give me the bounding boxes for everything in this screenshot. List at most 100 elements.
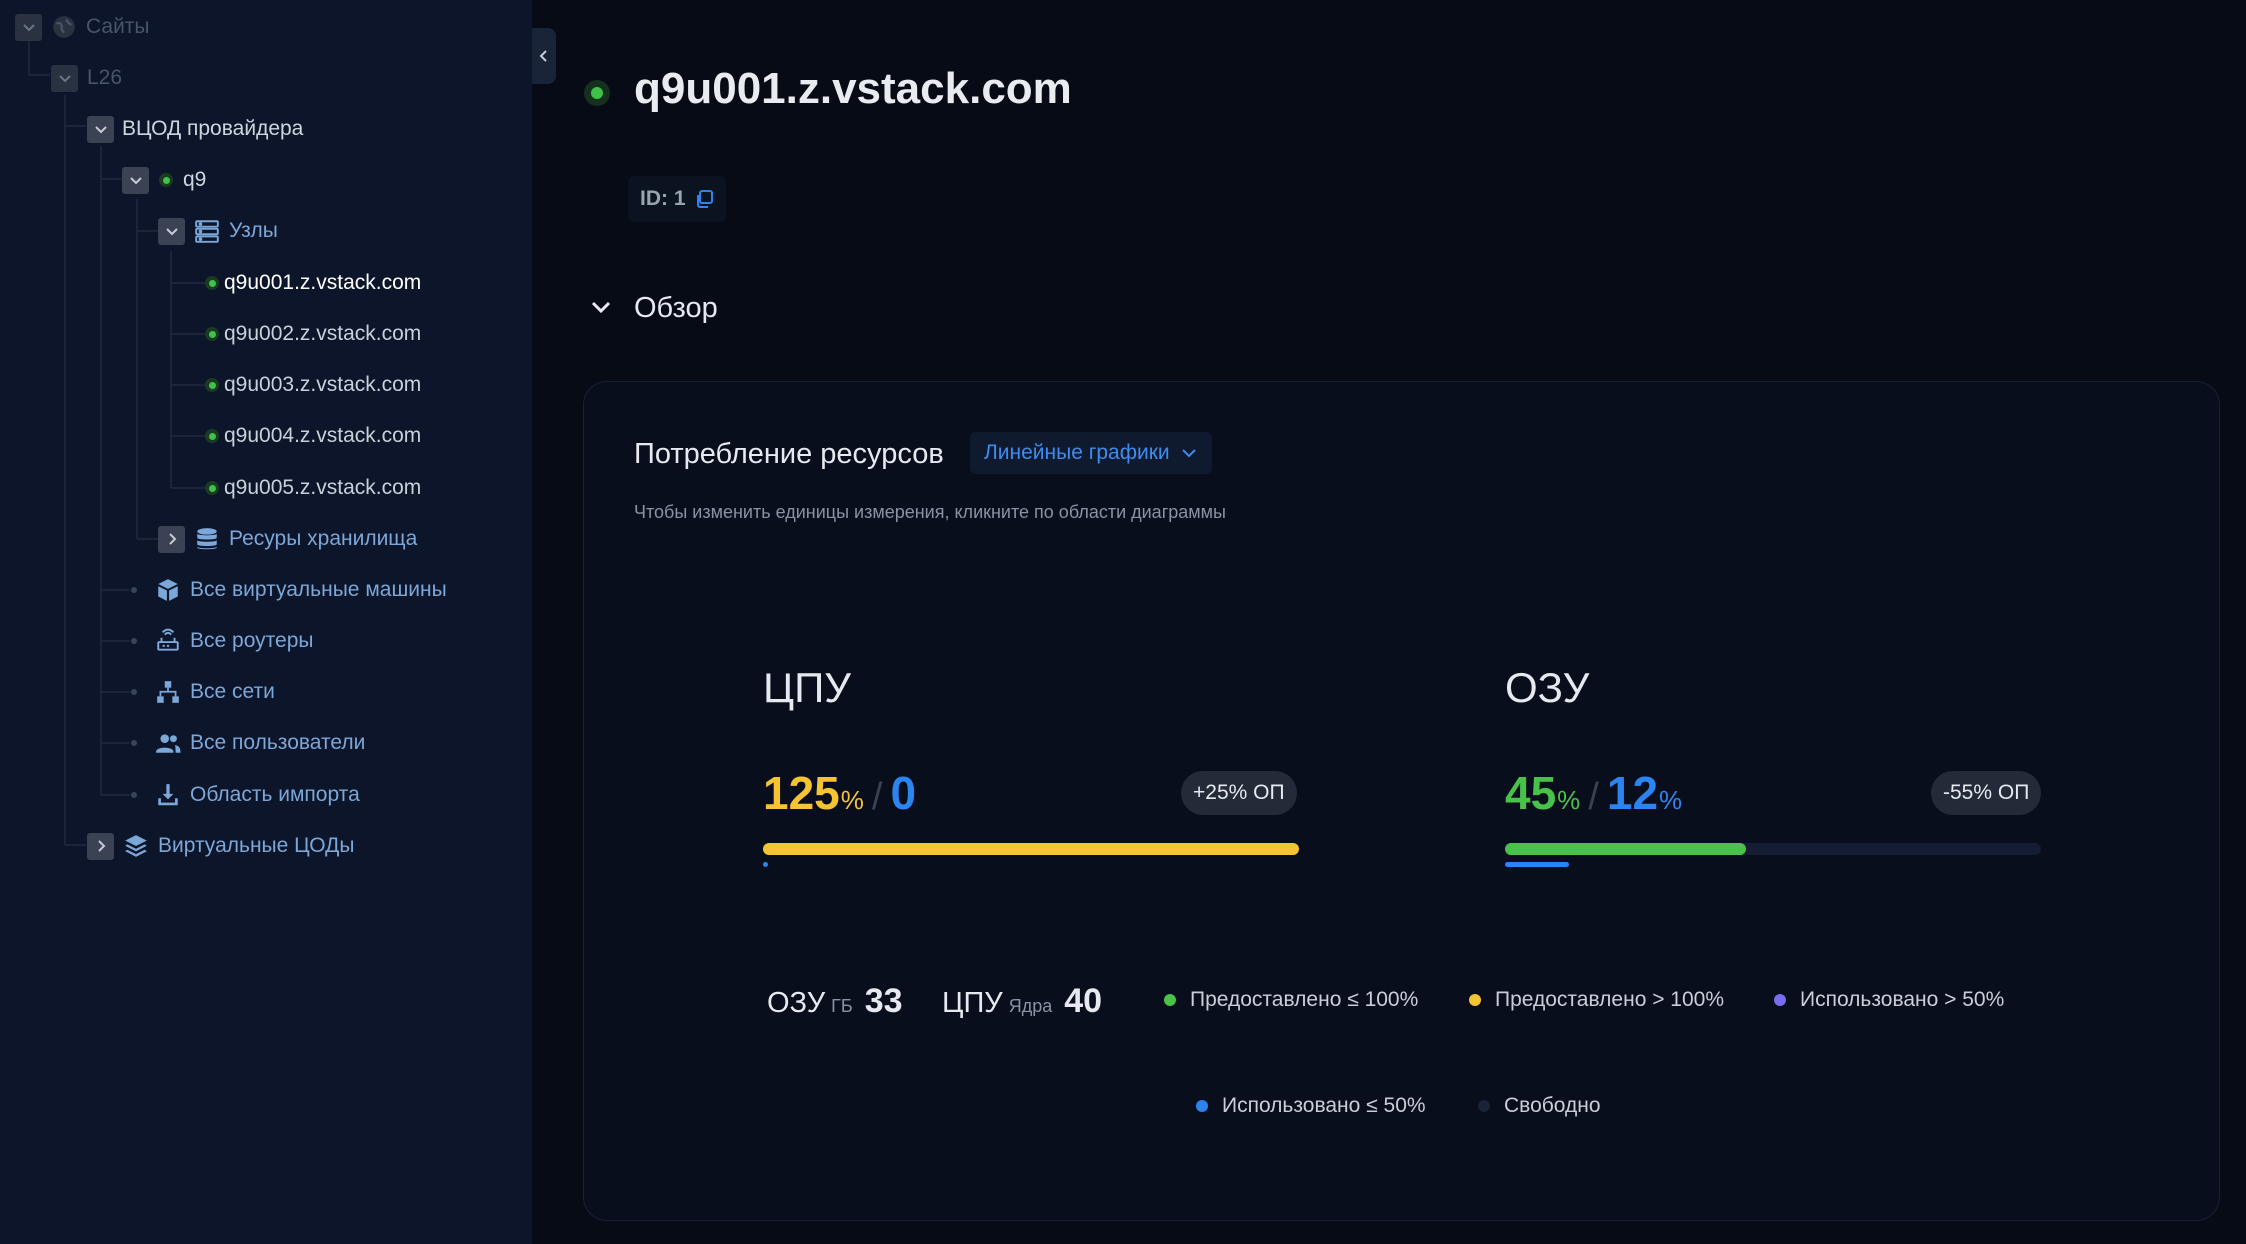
cpu-total-value: 40 (1064, 982, 1103, 1020)
id-label: ID: 1 (640, 187, 686, 210)
tree-item-storage[interactable]: Ресуры хранилища (158, 519, 417, 559)
legend-dot (1469, 994, 1481, 1006)
overview-collapse-button[interactable] (586, 292, 616, 322)
ram-used-bar (1505, 862, 1570, 867)
tree-item-node-3[interactable]: q9u003.z.vstack.com (205, 365, 421, 405)
tree-item-label: q9u005.z.vstack.com (224, 476, 422, 499)
legend-label: Предоставлено > 100% (1495, 988, 1725, 1011)
chevron-down-icon[interactable] (15, 13, 42, 41)
chevron-down-icon[interactable] (158, 217, 185, 245)
ram-used-unit: % (1659, 785, 1683, 815)
tree-item-sites[interactable]: Сайты (15, 7, 150, 47)
legend-dot (1774, 994, 1786, 1006)
cpu-provisioned-unit: % (840, 785, 864, 815)
card-title: Потребление ресурсов (634, 438, 944, 470)
tree-item-label: Ресуры хранилища (229, 527, 418, 550)
legend-label: Предоставлено ≤ 100% (1190, 988, 1419, 1011)
id-badge: ID: 1 (628, 176, 726, 222)
ram-provisioned-bar[interactable] (1505, 843, 2041, 855)
ram-provisioned-fill (1505, 843, 1747, 855)
tree-item-import-area[interactable]: Область импорта (155, 775, 360, 815)
cpu-total: ЦПУ Ядра 40 (942, 982, 1102, 1021)
tree-item-nodes[interactable]: Узлы (158, 211, 278, 251)
legend-item: Свободно (1478, 1094, 1601, 1118)
ram-values: 45 % / 12 % (1505, 766, 1682, 820)
tree-item-label: Область импорта (190, 783, 360, 806)
legend-item: Предоставлено ≤ 100% (1164, 988, 1418, 1012)
section-title: Обзор (634, 292, 718, 324)
ram-total-label: ОЗУ (767, 987, 826, 1019)
app-root: Сайты L26 ВЦОД провайдера q9 Узлы q9u001… (0, 0, 2246, 1244)
legend-item: Использовано ≤ 50% (1196, 1094, 1426, 1118)
tree-item-node-1[interactable]: q9u001.z.vstack.com (205, 263, 421, 303)
tree-item-label: q9u001.z.vstack.com (224, 271, 422, 294)
legend-dot (1196, 1100, 1208, 1112)
tree-item-all-users[interactable]: Все пользователи (155, 723, 365, 763)
resource-usage-card: Потребление ресурсов Линейные графики Чт… (583, 381, 2220, 1221)
database-icon (194, 526, 220, 552)
cpu-provisioned-value: 125 (763, 767, 840, 819)
cpu-total-label: ЦПУ (942, 987, 1003, 1019)
sidebar-collapse-button[interactable] (532, 28, 556, 84)
router-icon (155, 628, 181, 654)
chart-type-dropdown[interactable]: Линейные графики (970, 432, 1212, 474)
legend-dot (1164, 994, 1176, 1006)
ram-provisioned-value: 45 (1505, 767, 1557, 819)
legend-label: Использовано ≤ 50% (1222, 1094, 1426, 1117)
copy-icon[interactable] (694, 189, 714, 209)
chart-type-label: Линейные графики (984, 441, 1170, 464)
chevron-down-icon (1181, 449, 1196, 458)
status-online-icon (205, 378, 219, 392)
cpu-used-value: 0 (890, 767, 917, 819)
tree-item-all-vms[interactable]: Все виртуальные машины (155, 570, 447, 610)
tree-item-all-routers[interactable]: Все роутеры (155, 621, 313, 661)
tree-item-virtual-dcs[interactable]: Виртуальные ЦОДы (87, 826, 354, 866)
tree-item-l26[interactable]: L26 (51, 58, 122, 98)
ram-used-value: 12 (1606, 767, 1659, 819)
chevron-right-icon[interactable] (87, 832, 114, 860)
tree-item-label: Сайты (86, 15, 150, 38)
chevron-down-icon (591, 301, 611, 314)
tree-item-label: q9u003.z.vstack.com (224, 373, 422, 396)
chevron-down-icon[interactable] (51, 64, 78, 92)
server-icon (194, 218, 220, 244)
value-separator: / (871, 776, 883, 818)
host-status-icon (584, 80, 610, 106)
users-icon (155, 730, 181, 756)
chevron-down-icon[interactable] (122, 166, 149, 194)
cpu-title: ЦПУ (763, 664, 851, 711)
cube-icon (155, 577, 181, 603)
tree-item-cluster[interactable]: q9 (122, 160, 206, 200)
tree-item-all-networks[interactable]: Все сети (155, 672, 275, 712)
tree-item-node-4[interactable]: q9u004.z.vstack.com (205, 416, 421, 456)
tree-item-node-5[interactable]: q9u005.z.vstack.com (205, 468, 421, 508)
legend-item: Предоставлено > 100% (1469, 988, 1724, 1012)
globe-icon (51, 14, 77, 40)
cpu-provisioned-fill (763, 843, 1299, 855)
tree-item-node-2[interactable]: q9u002.z.vstack.com (205, 314, 421, 354)
sidebar-tree: Сайты L26 ВЦОД провайдера q9 Узлы q9u001… (0, 0, 532, 1244)
cpu-overcommit-badge: +25% ОП (1181, 771, 1297, 815)
tree-item-label: q9u002.z.vstack.com (224, 322, 422, 345)
legend-dot (1478, 1100, 1490, 1112)
download-icon (155, 782, 181, 808)
tree-item-label: Виртуальные ЦОДы (158, 834, 355, 857)
card-hint: Чтобы изменить единицы измерения, кликни… (634, 502, 1226, 522)
tree-item-label: Узлы (229, 219, 278, 242)
legend-item: Использовано > 50% (1774, 988, 2004, 1012)
tree-item-label: q9u004.z.vstack.com (224, 424, 422, 447)
ram-total-unit: ГБ (831, 996, 853, 1016)
chevron-down-icon[interactable] (87, 115, 114, 143)
tree-item-label: Все пользователи (190, 731, 366, 754)
tree-item-label: Все виртуальные машины (190, 578, 447, 601)
ram-total-value: 33 (864, 982, 903, 1020)
tree-item-label: L26 (87, 66, 123, 89)
chevron-right-icon[interactable] (158, 525, 185, 553)
ram-overcommit-badge: -55% ОП (1931, 771, 2042, 815)
tree-item-provider-dc[interactable]: ВЦОД провайдера (87, 109, 303, 149)
status-online-icon (205, 481, 219, 495)
legend-label: Использовано > 50% (1800, 988, 2005, 1011)
cpu-provisioned-bar[interactable] (763, 843, 1299, 855)
tree-item-label: q9 (183, 168, 207, 191)
page-title: q9u001.z.vstack.com (634, 64, 1072, 113)
